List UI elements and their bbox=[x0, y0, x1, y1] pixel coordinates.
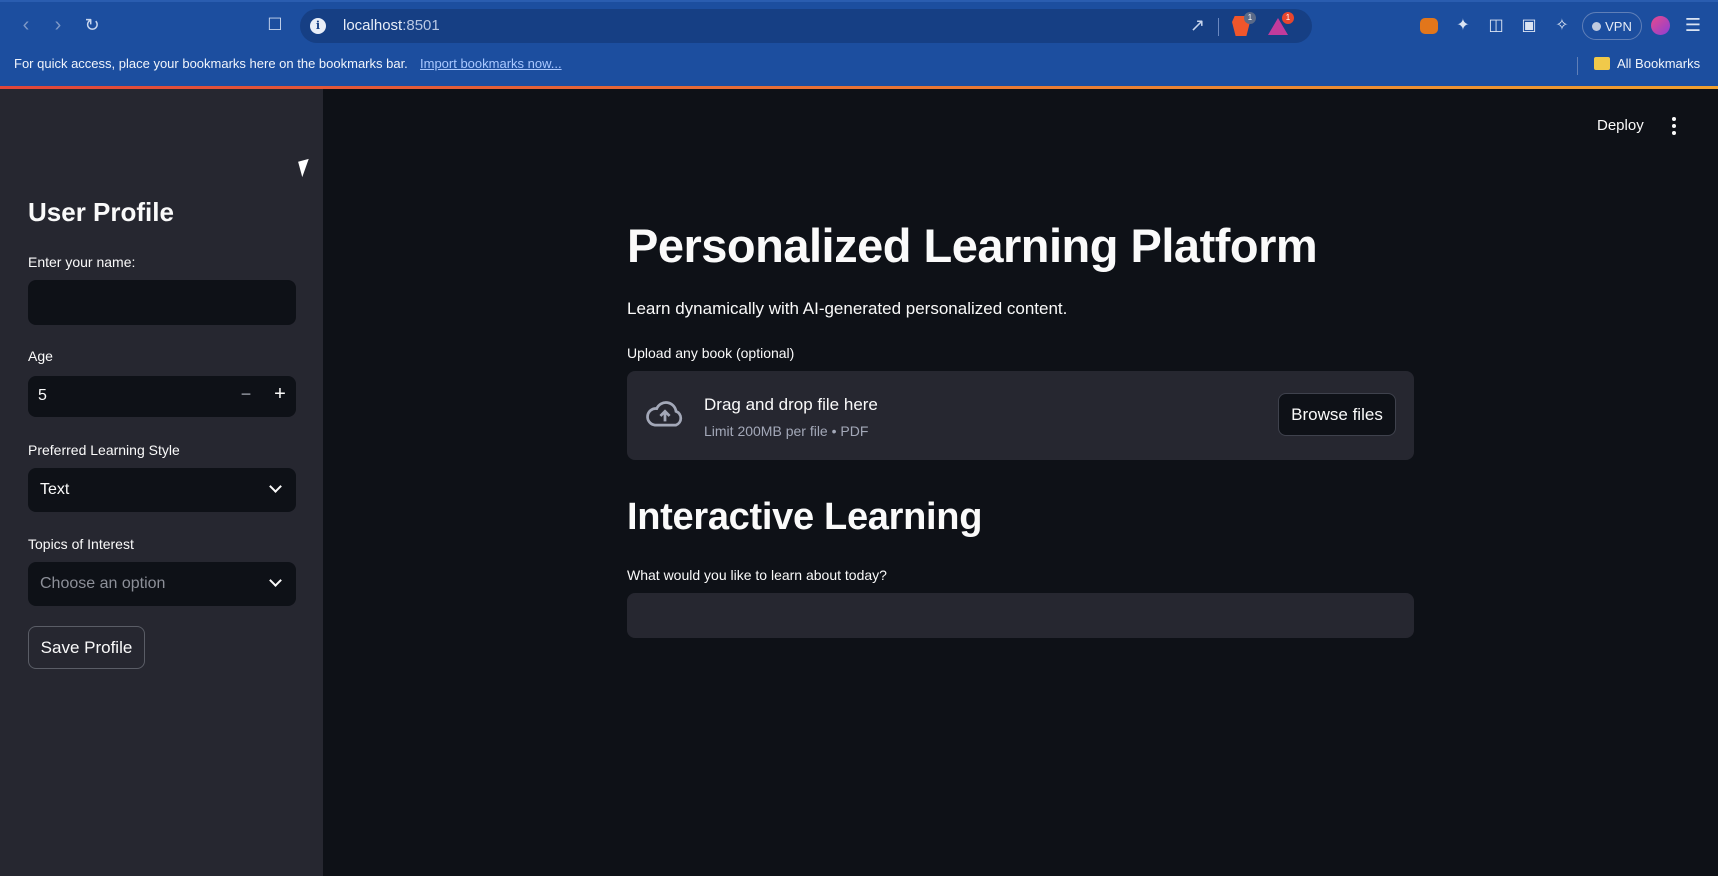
sidebar-toggle-icon[interactable]: ◫ bbox=[1485, 14, 1507, 36]
learning-style-select[interactable]: Text bbox=[28, 468, 296, 512]
wallet-icon[interactable]: ▣ bbox=[1518, 14, 1540, 36]
page-subtitle: Learn dynamically with AI-generated pers… bbox=[627, 299, 1068, 318]
vpn-status-icon bbox=[1592, 21, 1602, 31]
question-label: What would you like to learn about today… bbox=[627, 567, 887, 583]
site-info-icon[interactable]: i bbox=[310, 18, 326, 34]
page-title: Personalized Learning Platform bbox=[627, 219, 1318, 272]
upload-label: Upload any book (optional) bbox=[627, 345, 795, 361]
name-label: Enter your name: bbox=[28, 254, 136, 270]
url-port: :8501 bbox=[402, 17, 440, 34]
bookmark-icon[interactable]: ☐ bbox=[262, 12, 288, 38]
reload-icon[interactable]: ↻ bbox=[79, 12, 105, 38]
folder-icon bbox=[1594, 57, 1610, 70]
more-options-icon[interactable] bbox=[1672, 117, 1678, 137]
topics-multiselect[interactable]: Choose an option bbox=[28, 562, 296, 606]
save-profile-button[interactable]: Save Profile bbox=[28, 626, 145, 669]
bookmarks-bar: For quick access, place your bookmarks h… bbox=[0, 48, 1718, 86]
bookmarks-message: For quick access, place your bookmarks h… bbox=[14, 56, 408, 71]
forward-icon[interactable]: › bbox=[45, 12, 71, 38]
vpn-label: VPN bbox=[1605, 18, 1632, 34]
bookmarks-divider bbox=[1577, 57, 1578, 75]
chevron-down-icon bbox=[269, 574, 282, 587]
shields-badge: 1 bbox=[1244, 12, 1256, 24]
address-url[interactable]: localhost:8501 bbox=[343, 17, 440, 34]
back-icon[interactable]: ‹ bbox=[13, 12, 39, 38]
share-icon[interactable]: ↗ bbox=[1190, 15, 1205, 36]
increment-icon[interactable]: + bbox=[268, 383, 292, 407]
rewards-badge: 1 bbox=[1282, 12, 1294, 24]
age-value[interactable]: 5 bbox=[38, 387, 47, 405]
chevron-down-icon bbox=[269, 480, 282, 493]
all-bookmarks-button[interactable]: All Bookmarks bbox=[1617, 56, 1700, 71]
age-label: Age bbox=[28, 348, 53, 364]
metamask-icon[interactable] bbox=[1420, 18, 1438, 34]
url-host: localhost bbox=[343, 17, 403, 34]
decrement-icon[interactable]: − bbox=[234, 384, 258, 408]
dropzone-limit: Limit 200MB per file • PDF bbox=[704, 423, 869, 439]
sidebar-title: User Profile bbox=[28, 197, 174, 227]
profile-avatar[interactable] bbox=[1651, 16, 1670, 35]
extensions-icon[interactable]: ✦ bbox=[1452, 14, 1474, 36]
dropzone-title: Drag and drop file here bbox=[704, 395, 878, 414]
topics-placeholder: Choose an option bbox=[40, 575, 166, 592]
omnibox-divider bbox=[1218, 18, 1219, 36]
menu-icon[interactable]: ☰ bbox=[1682, 14, 1704, 36]
section-title: Interactive Learning bbox=[627, 496, 983, 538]
deploy-button[interactable]: Deploy bbox=[1597, 117, 1644, 134]
learning-style-value: Text bbox=[40, 481, 70, 498]
name-input[interactable] bbox=[28, 280, 296, 325]
file-dropzone[interactable]: Drag and drop file here Limit 200MB per … bbox=[627, 371, 1414, 460]
vpn-button[interactable]: VPN bbox=[1582, 12, 1642, 40]
leo-ai-icon[interactable]: ✧ bbox=[1551, 14, 1573, 36]
topics-label: Topics of Interest bbox=[28, 536, 134, 552]
age-stepper[interactable]: 5 − + bbox=[28, 376, 296, 417]
learning-style-label: Preferred Learning Style bbox=[28, 442, 180, 458]
address-bar[interactable]: i localhost:8501 ↗ 1 1 bbox=[300, 9, 1312, 43]
cloud-upload-icon bbox=[646, 401, 683, 427]
browser-toolbar: ‹ › ↻ ☐ i localhost:8501 ↗ 1 1 ✦ ◫ ▣ ✧ V… bbox=[0, 0, 1718, 48]
browse-files-button[interactable]: Browse files bbox=[1278, 393, 1396, 436]
question-input[interactable] bbox=[627, 593, 1414, 638]
import-bookmarks-link[interactable]: Import bookmarks now... bbox=[420, 56, 562, 71]
